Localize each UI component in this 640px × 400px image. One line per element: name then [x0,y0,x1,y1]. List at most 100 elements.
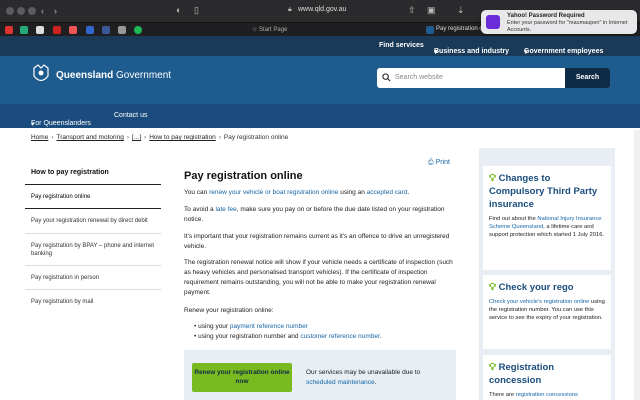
page-scrollbar[interactable] [634,130,640,400]
card-title[interactable]: 💡︎ Changes to Compulsory Third Party ins… [489,172,605,211]
maximize-window-button[interactable] [28,7,36,15]
chevron-down-icon: ▾ [524,49,528,56]
sidenav-item-in-person[interactable]: Pay registration in person [25,266,161,290]
sidenav-item-direct-debit[interactable]: Pay your registration renewal by direct … [25,209,161,234]
logo-bold: Queensland [56,70,114,81]
notification-body: Enter your password for "maumaupen" in I… [507,20,628,33]
contact-us-link[interactable]: Contact us [114,112,147,119]
favicon-youtube-icon[interactable] [5,26,13,34]
late-fee-link[interactable]: late fee [215,206,236,213]
renew-options-list: using your payment reference number usin… [194,322,458,342]
late-fee-paragraph: To avoid a late fee, make sure you pay o… [184,205,458,225]
renew-online-link[interactable]: renew your vehicle or boat registration … [209,189,338,196]
print-button[interactable]: ⎙ Print [428,159,450,167]
text: using your registration number and [198,333,301,340]
lightbulb-icon: 💡︎ [489,282,496,293]
sidenav-item-pay-online[interactable]: Pay registration online [25,185,161,209]
concession-card: 💡︎ Registration concession There are reg… [483,355,611,400]
ctp-card: 💡︎ Changes to Compulsory Third Party ins… [483,166,611,270]
card-title-text: Changes to Compulsory Third Party insura… [489,173,598,210]
card-body: Check your vehicle's registration online… [489,298,605,322]
find-services-link[interactable]: Find services [379,42,424,49]
breadcrumb-how-to-pay[interactable]: How to pay registration [149,134,215,141]
chevron-down-icon: ▾ [31,121,35,128]
search-input[interactable]: Search website [377,68,565,88]
card-body: There are registration concessions [489,391,605,399]
download-icon[interactable]: ⇣ [457,5,465,15]
sidenav-item-bpay[interactable]: Pay registration by BPAY – phone and int… [25,234,161,266]
intro-paragraph: You can renew your vehicle or boat regis… [184,188,458,198]
lightbulb-icon: 💡︎ [489,362,496,373]
breadcrumb-ellipsis[interactable]: [...] [132,134,141,141]
customer-reference-link[interactable]: customer reference number [300,333,379,340]
tabs-overview-icon[interactable]: ▣ [427,5,436,15]
card-title[interactable]: 💡︎ Registration concession [489,361,605,387]
top-navigation: Find services Business and industry ▾ Go… [0,36,640,56]
card-body: Find out about the National Injury Insur… [489,215,605,239]
text: . [379,333,382,340]
favicon-leaf-icon[interactable] [20,26,28,34]
list-item: using your registration number and custo… [194,332,458,342]
accepted-card-link[interactable]: accepted card [367,189,408,196]
check-rego-card: 💡︎ Check your rego Check your vehicle's … [483,275,611,349]
for-queenslanders-label: For Queenslanders [31,120,91,127]
card-title[interactable]: 💡︎ Check your rego [489,281,605,294]
text: There are [489,392,516,398]
sidenav-item-by-mail[interactable]: Pay registration by mail [25,290,161,314]
bookmark-icon[interactable]: ▯ [194,5,199,15]
share-icon[interactable]: ⇧ [408,5,416,15]
search-placeholder: Search website [395,74,443,81]
breadcrumb-current: Pay registration online [223,134,289,141]
renew-intro: Renew your registration online: [184,307,274,314]
shield-icon[interactable]: ◐ [176,5,181,15]
page-title: Pay registration online [184,170,303,182]
text: using an [338,189,367,196]
lightbulb-icon: 💡︎ [489,173,496,184]
printer-icon: ⎙ [428,159,434,166]
text: using your [198,323,230,330]
breadcrumb: Home › Transport and motoring › [...] › How to… [31,134,288,141]
side-navigation: How to pay registration Pay registration… [25,161,161,314]
favicon-grey-icon[interactable] [118,26,126,34]
minimize-window-button[interactable] [17,7,25,15]
mail-icon [486,15,500,29]
back-icon[interactable]: ‹ [41,6,44,16]
logo-light: Government [113,70,172,81]
check-registration-link[interactable]: Check your vehicle's registration online [489,299,589,305]
favicon-blue-icon[interactable] [86,26,94,34]
url-bar[interactable]: www.qld.gov.au [298,6,347,13]
favicon-red-icon[interactable] [69,26,77,34]
print-label: Print [435,159,450,166]
favicon-doc-icon[interactable] [36,26,44,34]
breadcrumb-separator: › [144,134,147,141]
sidenav-heading[interactable]: How to pay registration [25,161,161,185]
chevron-down-icon: ▾ [434,49,438,56]
card-title-text: Check your rego [498,282,574,293]
payment-reference-link[interactable]: payment reference number [230,323,308,330]
lock-icon: 🔒︎ [288,6,292,13]
text: . [407,189,410,196]
scheduled-maintenance-link[interactable]: scheduled maintenance [306,379,375,386]
favicon-facebook-icon[interactable] [102,26,110,34]
password-notification[interactable]: Yahoo! Password Required Enter your pass… [481,10,637,34]
tab-pay-registration[interactable]: Pay registration on [436,26,486,32]
breadcrumb-home[interactable]: Home [31,134,48,141]
search-icon [382,73,391,82]
favicon-qld-icon [426,26,434,34]
favicon-gmail-icon[interactable] [53,26,61,34]
inspection-paragraph: The registration renewal notice will sho… [184,259,453,296]
text: Find out about the [489,216,538,222]
close-window-button[interactable] [6,7,14,15]
favicon-spotify-icon[interactable] [134,26,142,34]
concessions-link[interactable]: registration concessions [516,392,578,398]
breadcrumb-separator: › [51,134,54,141]
tab-label: Start Page [259,27,288,33]
renew-online-button[interactable]: Renew your registration online now [192,363,292,392]
sub-navigation: For Queenslanders ▾ Contact us [0,104,640,128]
forward-icon[interactable]: › [54,6,57,16]
search-button[interactable]: Search [565,68,610,88]
breadcrumb-transport[interactable]: Transport and motoring [57,134,124,141]
tab-start-page[interactable]: ☆ Start Page [252,26,287,33]
notification-title: Yahoo! Password Required [507,13,585,19]
site-logo[interactable]: Queensland Government [56,70,171,81]
